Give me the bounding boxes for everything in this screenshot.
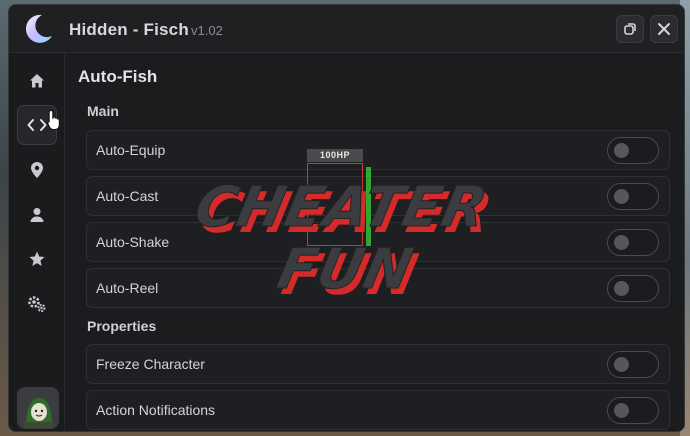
toggle-row-freeze-character[interactable]: Freeze Character (86, 344, 670, 384)
sidebar-item-settings[interactable] (17, 284, 57, 324)
restore-icon (624, 23, 636, 35)
restore-button[interactable] (616, 15, 644, 43)
code-icon (27, 119, 47, 131)
toggle-label: Action Notifications (96, 402, 216, 418)
star-icon (29, 251, 45, 266)
toggle-row-action-notifications[interactable]: Action Notifications (86, 390, 670, 430)
main-content: Auto-Fish Main Auto-Equip Auto-Cast Auto… (65, 53, 684, 431)
auto-reel-toggle[interactable] (607, 275, 659, 302)
esp-box (307, 163, 363, 246)
action-notifications-toggle[interactable] (607, 397, 659, 424)
avatar-image (18, 388, 58, 428)
page-title: Auto-Fish (78, 67, 158, 86)
close-icon (658, 23, 670, 35)
freeze-character-toggle[interactable] (607, 351, 659, 378)
esp-health-bar (366, 167, 371, 246)
version-label: v1.02 (191, 23, 223, 38)
toggle-label: Auto-Equip (96, 142, 166, 158)
toggle-row-auto-shake[interactable]: Auto-Shake (86, 222, 670, 262)
auto-cast-toggle[interactable] (607, 183, 659, 210)
home-icon (30, 74, 44, 88)
sidebar-item-player[interactable] (17, 195, 57, 235)
gears-icon (28, 296, 46, 312)
toggle-knob (614, 357, 629, 372)
group-label-main: Main (87, 103, 119, 119)
sidebar-item-location[interactable] (17, 150, 57, 190)
window-title: Hidden - Fisch (69, 20, 189, 39)
avatar[interactable] (17, 387, 59, 429)
user-icon (30, 208, 44, 222)
auto-equip-toggle[interactable] (607, 137, 659, 164)
close-button[interactable] (650, 15, 678, 43)
toggle-label: Auto-Shake (96, 234, 170, 250)
toggle-label: Freeze Character (96, 356, 205, 372)
title-bar[interactable]: Hidden - Fisch v1.02 (9, 5, 684, 53)
auto-shake-toggle[interactable] (607, 229, 659, 256)
toggle-label: Auto-Cast (96, 188, 159, 204)
moon-logo-icon (25, 14, 52, 43)
toggle-knob (614, 235, 629, 250)
toggle-knob (614, 143, 629, 158)
location-pin-icon (31, 162, 43, 178)
sidebar-item-home[interactable] (17, 61, 57, 101)
toggle-label: Auto-Reel (96, 280, 159, 296)
toggle-row-auto-equip[interactable]: Auto-Equip (86, 130, 670, 170)
esp-health-label: 100HP (307, 149, 363, 162)
hand-cursor-icon (47, 109, 60, 130)
group-label-properties: Properties (87, 318, 157, 334)
toggle-knob (614, 189, 629, 204)
toggle-knob (614, 281, 629, 296)
toggle-row-auto-cast[interactable]: Auto-Cast (86, 176, 670, 216)
toggle-knob (614, 403, 629, 418)
toggle-row-auto-reel[interactable]: Auto-Reel (86, 268, 670, 308)
sidebar-item-favorites[interactable] (17, 239, 57, 279)
